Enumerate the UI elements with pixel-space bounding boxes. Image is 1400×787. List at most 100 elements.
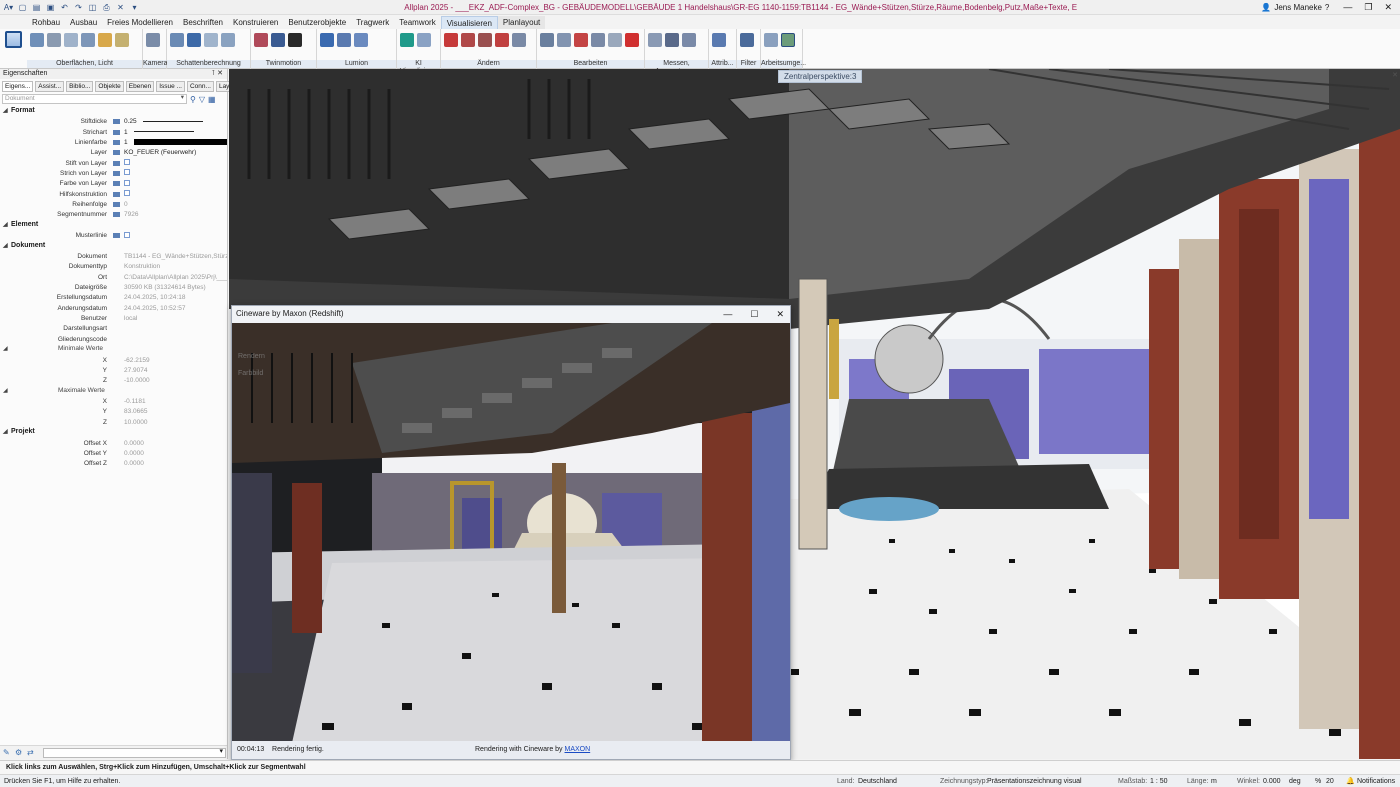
measure-icon[interactable] (648, 33, 662, 47)
save-icon[interactable]: ▣ (45, 3, 56, 12)
property-value[interactable]: KO_FEUER (Feuerwehr) (122, 149, 227, 156)
property-row[interactable]: Segmentnummer 7926 (0, 210, 227, 220)
twinmotion-icon[interactable] (254, 33, 268, 47)
redo-icon[interactable]: ↷ (73, 3, 84, 12)
property-value[interactable]: -0.1181 (122, 398, 227, 405)
command-input[interactable] (43, 747, 226, 758)
subsection-max[interactable]: ◢ Maximale Werte (0, 386, 227, 397)
property-value[interactable]: 0.25 (122, 118, 227, 125)
ai-image-icon[interactable] (417, 33, 431, 47)
section-projekt[interactable]: ◢ Projekt (0, 427, 227, 438)
subsection-min[interactable]: ◢ Minimale Werte (0, 344, 227, 355)
property-value[interactable] (122, 169, 227, 177)
property-row[interactable]: X -62.2159 (0, 355, 227, 365)
property-value[interactable] (122, 179, 227, 188)
checkbox[interactable] (124, 190, 130, 197)
app-menu-icon[interactable]: A▾ (3, 3, 14, 12)
property-value[interactable]: 27.9074 (122, 367, 227, 374)
help-icon[interactable]: ? (1325, 3, 1329, 12)
delete-icon[interactable] (625, 33, 639, 47)
attribute-icon[interactable] (712, 33, 726, 47)
viewport-close-icon[interactable]: ✕ (1392, 71, 1398, 79)
format-paint-icon[interactable]: ⚙ (15, 748, 24, 757)
pipette-icon[interactable]: ✎ (3, 748, 12, 757)
property-row[interactable]: Farbe von Layer (0, 179, 227, 189)
property-value[interactable]: C:\Data\Allplan\Allplan 2025\Prj\___E (122, 274, 227, 281)
cube-icon[interactable]: ◫ (87, 3, 98, 12)
property-row[interactable]: Erstellungsdatum 24.04.2025, 10:24:18 (0, 293, 227, 303)
property-row[interactable]: X -0.1181 (0, 396, 227, 406)
property-row[interactable]: Linienfarbe 1 (0, 137, 227, 147)
filter-icon[interactable]: ▽ (199, 95, 205, 104)
checkbox[interactable] (124, 169, 130, 176)
laenge-value[interactable]: m (1211, 775, 1217, 787)
notifications-icon[interactable]: 🔔 (1346, 775, 1355, 787)
tab-connect[interactable]: Conn... (186, 81, 214, 92)
notifications-label[interactable]: Notifications (1357, 775, 1395, 787)
replace-surface-icon[interactable] (81, 33, 95, 47)
property-value[interactable]: 0 (122, 201, 227, 208)
property-value[interactable]: -10.0000 (122, 377, 227, 384)
property-row[interactable]: Ort C:\Data\Allplan\Allplan 2025\Prj\___E (0, 272, 227, 282)
property-value[interactable] (122, 190, 227, 198)
render-window-titlebar[interactable]: Cineware by Maxon (Redshift) — ☐ ✕ (232, 306, 790, 323)
tab-tragwerk[interactable]: Tragwerk (351, 16, 394, 29)
checkbox[interactable] (124, 159, 130, 166)
texture-icon[interactable] (64, 33, 78, 47)
undo-icon[interactable]: ↶ (59, 3, 70, 12)
property-row[interactable]: Offset Y 0.0000 (0, 448, 227, 458)
match-icon[interactable]: ⇄ (27, 748, 36, 757)
user-account[interactable]: 👤 Jens Maneke ? (1261, 3, 1335, 12)
move-icon[interactable] (461, 33, 475, 47)
customize-icon[interactable]: ▾ (129, 3, 140, 12)
workspace-icon[interactable] (764, 33, 778, 47)
property-value[interactable]: TB1144 - EG_Wände+Stützen,Stürze,R (122, 253, 227, 260)
property-value[interactable]: 30590 KB (31324614 Bytes) (122, 284, 227, 291)
property-row[interactable]: Y 83.0665 (0, 407, 227, 417)
property-row[interactable]: Musterlinie (0, 230, 227, 240)
winkel-value[interactable]: 0.000 (1263, 775, 1281, 787)
property-row[interactable]: Strichart 1 (0, 127, 227, 137)
tab-visualisieren[interactable]: Visualisieren (440, 16, 498, 29)
property-row[interactable]: Strich von Layer (0, 168, 227, 178)
maximize-icon[interactable]: ☐ (750, 306, 758, 322)
property-value[interactable]: 24.04.2025, 10:24:18 (122, 294, 227, 301)
close-icon[interactable]: ✕ (776, 306, 784, 322)
minimize-icon[interactable]: — (723, 306, 732, 322)
sync-icon[interactable] (271, 33, 285, 47)
tab-freies-modellieren[interactable]: Freies Modellieren (102, 16, 178, 29)
tab-eigenschaften[interactable]: Eigens... (2, 81, 34, 92)
maxon-link[interactable]: MAXON (565, 746, 591, 753)
property-row[interactable]: Darstellungsart (0, 324, 227, 334)
camera-icon[interactable] (146, 33, 160, 47)
checkbox[interactable] (124, 179, 130, 186)
property-value[interactable]: -62.2159 (122, 357, 227, 364)
open-file-icon[interactable]: ▤ (31, 3, 42, 12)
light-icon[interactable] (98, 33, 112, 47)
property-value[interactable] (122, 231, 227, 240)
property-value[interactable]: 0.0000 (122, 440, 227, 447)
lumion-export-icon[interactable] (337, 33, 351, 47)
render-side-item[interactable]: Rendern (238, 353, 265, 360)
tab-beschriften[interactable]: Beschriften (178, 16, 228, 29)
tools-icon[interactable]: ✕ (115, 3, 126, 12)
restore-icon[interactable]: ❐ (1364, 2, 1372, 13)
property-row[interactable]: Offset Z 0.0000 (0, 459, 227, 469)
property-row[interactable]: Stift von Layer (0, 158, 227, 168)
arrow-right-icon[interactable] (354, 33, 368, 47)
property-row[interactable]: Z 10.0000 (0, 417, 227, 427)
tab-ebenen[interactable]: Ebenen (125, 81, 155, 92)
settings-icon[interactable]: ▦ (208, 95, 216, 104)
tab-konstruieren[interactable]: Konstruieren (228, 16, 283, 29)
property-value[interactable]: 10.0000 (122, 419, 227, 426)
print-icon[interactable]: ⎙ (101, 3, 112, 12)
material-icon[interactable] (30, 33, 44, 47)
render-window[interactable]: Cineware by Maxon (Redshift) — ☐ ✕ Rende… (231, 305, 791, 760)
search-icon[interactable]: ⚲ (190, 95, 196, 104)
tab-issue[interactable]: Issue ... (156, 81, 185, 92)
view-label[interactable]: Zentralperspektive:3 (778, 70, 863, 83)
transform-icon[interactable] (512, 33, 526, 47)
sun-icon[interactable] (115, 33, 129, 47)
property-row[interactable]: Benutzer local (0, 313, 227, 323)
tab-benutzerobjekte[interactable]: Benutzerobjekte (283, 16, 351, 29)
